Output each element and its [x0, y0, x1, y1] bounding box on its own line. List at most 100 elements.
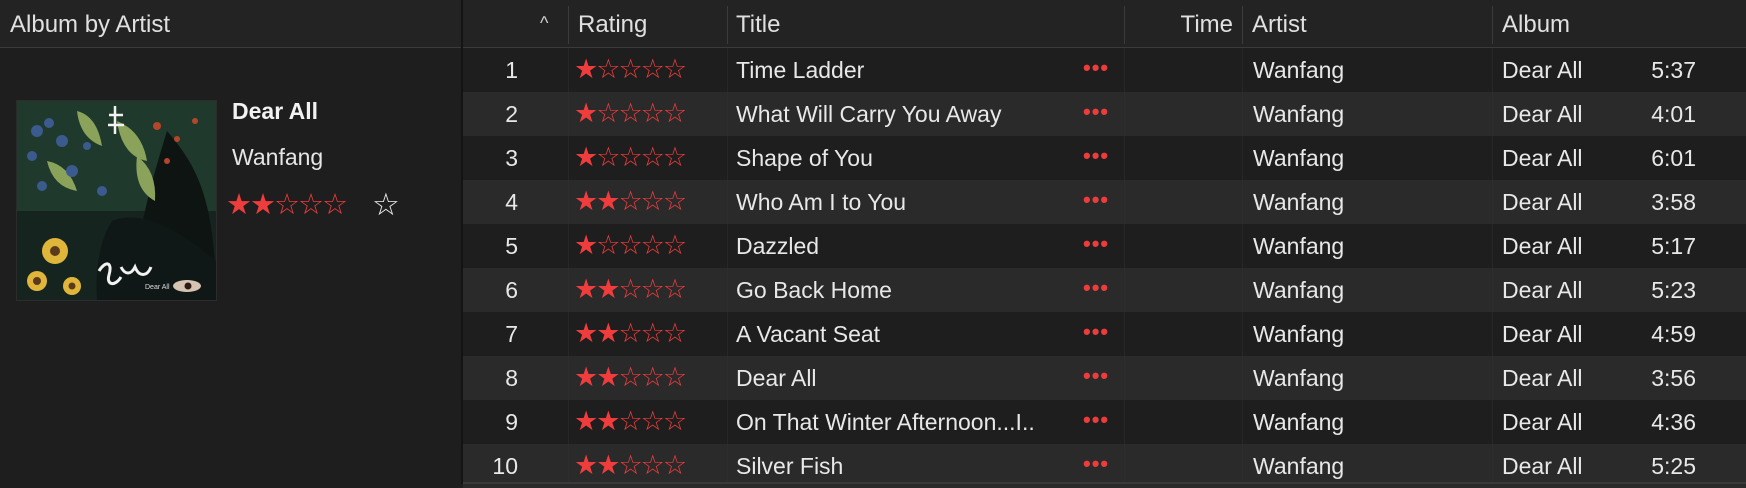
star-filled-icon[interactable]: ★	[574, 274, 598, 304]
column-divider[interactable]	[1124, 6, 1125, 44]
track-album[interactable]: Dear All	[1502, 180, 1732, 224]
track-album[interactable]: Dear All	[1502, 268, 1732, 312]
star-outline-icon[interactable]: ☆	[663, 318, 687, 348]
star-outline-icon[interactable]: ☆	[596, 230, 620, 260]
star-outline-icon[interactable]: ☆	[663, 362, 687, 392]
track-title[interactable]: Dear All	[736, 356, 1036, 400]
star-outline-icon[interactable]: ☆	[618, 230, 642, 260]
star-outline-icon[interactable]: ☆	[641, 406, 665, 436]
track-rating[interactable]: ★☆☆☆☆	[574, 48, 714, 92]
track-album[interactable]: Dear All	[1502, 400, 1732, 444]
star-outline-icon[interactable]: ☆	[618, 186, 642, 216]
track-artist[interactable]: Wanfang	[1253, 356, 1473, 400]
track-row[interactable]: 7 ★★☆☆☆ A Vacant Seat ••• 4:59 Wanfang Dear Al…	[463, 312, 1746, 356]
column-header-rating[interactable]: Rating	[578, 0, 647, 48]
track-artist[interactable]: Wanfang	[1253, 400, 1473, 444]
album-artwork[interactable]: Dear All	[16, 100, 217, 301]
track-album[interactable]: Dear All	[1502, 48, 1732, 92]
track-rating[interactable]: ★★☆☆☆	[574, 312, 714, 356]
star-outline-icon[interactable]: ☆	[641, 450, 665, 480]
star-outline-icon[interactable]: ☆	[663, 230, 687, 260]
column-header-artist[interactable]: Artist	[1252, 0, 1307, 48]
album-rating[interactable]: ★★☆☆☆	[226, 187, 348, 223]
star-outline-icon[interactable]: ☆	[641, 230, 665, 260]
chevron-up-icon[interactable]: ^	[540, 0, 548, 48]
star-outline-icon[interactable]: ☆	[618, 318, 642, 348]
star-outline-icon[interactable]: ☆	[618, 98, 642, 128]
track-row[interactable]: 4 ★★☆☆☆ Who Am I to You ••• 3:58 Wanfang Dear …	[463, 180, 1746, 224]
track-album[interactable]: Dear All	[1502, 136, 1732, 180]
star-filled-icon[interactable]: ★	[574, 142, 598, 172]
track-rating[interactable]: ★☆☆☆☆	[574, 224, 714, 268]
star-filled-icon[interactable]: ★	[574, 362, 598, 392]
track-title[interactable]: Time Ladder	[736, 48, 1036, 92]
star-filled-icon[interactable]: ★	[574, 318, 598, 348]
track-album[interactable]: Dear All	[1502, 312, 1732, 356]
star-outline-icon[interactable]: ☆	[641, 362, 665, 392]
column-divider[interactable]	[568, 6, 569, 44]
track-album[interactable]: Dear All	[1502, 92, 1732, 136]
track-row[interactable]: 3 ★☆☆☆☆ Shape of You ••• 6:01 Wanfang Dear All	[463, 136, 1746, 180]
star-outline-icon[interactable]: ☆	[663, 54, 687, 84]
star-filled-icon[interactable]: ★	[596, 450, 620, 480]
star-outline-icon[interactable]: ☆	[641, 54, 665, 84]
star-outline-icon[interactable]: ☆	[663, 142, 687, 172]
star-outline-icon[interactable]: ☆	[663, 274, 687, 304]
track-artist[interactable]: Wanfang	[1253, 268, 1473, 312]
star-filled-icon[interactable]: ★	[574, 54, 598, 84]
star-filled-icon[interactable]: ★	[596, 318, 620, 348]
track-row[interactable]: 2 ★☆☆☆☆ What Will Carry You Away ••• 4:01 Wan…	[463, 92, 1746, 136]
star-filled-icon[interactable]: ★	[226, 189, 252, 221]
star-outline-icon[interactable]: ☆	[618, 450, 642, 480]
track-title[interactable]: Dazzled	[736, 224, 1036, 268]
track-row[interactable]: 8 ★★☆☆☆ Dear All ••• 3:56 Wanfang Dear All	[463, 356, 1746, 400]
track-title[interactable]: Go Back Home	[736, 268, 1036, 312]
star-filled-icon[interactable]: ★	[596, 274, 620, 304]
star-filled-icon[interactable]: ★	[574, 450, 598, 480]
star-outline-icon[interactable]: ☆	[641, 318, 665, 348]
star-outline-icon[interactable]: ☆	[274, 189, 300, 221]
track-row[interactable]: 5 ★☆☆☆☆ Dazzled ••• 5:17 Wanfang Dear All	[463, 224, 1746, 268]
track-rating[interactable]: ★☆☆☆☆	[574, 136, 714, 180]
column-divider[interactable]	[1242, 6, 1243, 44]
column-header-time[interactable]: Time	[1130, 0, 1233, 48]
track-rating[interactable]: ★☆☆☆☆	[574, 92, 714, 136]
album-artist[interactable]: Wanfang	[232, 144, 323, 171]
star-outline-icon[interactable]: ☆	[618, 142, 642, 172]
track-title[interactable]: Who Am I to You	[736, 180, 1036, 224]
track-title[interactable]: On That Winter Afternoon...I...	[736, 400, 1036, 444]
track-row[interactable]: 1 ★☆☆☆☆ Time Ladder ••• 5:37 Wanfang Dear All	[463, 48, 1746, 92]
star-outline-icon[interactable]: ☆	[618, 362, 642, 392]
star-filled-icon[interactable]: ★	[250, 189, 276, 221]
track-rating[interactable]: ★★☆☆☆	[574, 356, 714, 400]
star-outline-icon[interactable]: ☆	[322, 189, 348, 221]
track-row[interactable]: 6 ★★☆☆☆ Go Back Home ••• 5:23 Wanfang Dear All	[463, 268, 1746, 312]
track-album[interactable]: Dear All	[1502, 356, 1732, 400]
track-title[interactable]: Shape of You	[736, 136, 1036, 180]
star-outline-icon[interactable]: ☆	[298, 189, 324, 221]
star-outline-icon[interactable]: ☆	[596, 54, 620, 84]
star-filled-icon[interactable]: ★	[596, 406, 620, 436]
track-artist[interactable]: Wanfang	[1253, 92, 1473, 136]
column-header-title[interactable]: Title	[736, 0, 780, 48]
star-filled-icon[interactable]: ★	[596, 186, 620, 216]
track-artist[interactable]: Wanfang	[1253, 180, 1473, 224]
track-title[interactable]: A Vacant Seat	[736, 312, 1036, 356]
track-row[interactable]: 9 ★★☆☆☆ On That Winter Afternoon...I... •••…	[463, 400, 1746, 444]
star-outline-icon[interactable]: ☆	[663, 186, 687, 216]
star-outline-icon[interactable]: ☆	[641, 142, 665, 172]
star-outline-icon[interactable]: ☆	[372, 187, 400, 223]
star-outline-icon[interactable]: ☆	[618, 54, 642, 84]
star-filled-icon[interactable]: ★	[574, 98, 598, 128]
album-title[interactable]: Dear All	[232, 98, 318, 125]
star-outline-icon[interactable]: ☆	[663, 406, 687, 436]
track-artist[interactable]: Wanfang	[1253, 48, 1473, 92]
column-header-album-by-artist[interactable]: Album by Artist	[10, 0, 170, 48]
star-filled-icon[interactable]: ★	[574, 230, 598, 260]
star-outline-icon[interactable]: ☆	[618, 406, 642, 436]
star-filled-icon[interactable]: ★	[574, 186, 598, 216]
star-outline-icon[interactable]: ☆	[641, 274, 665, 304]
column-divider[interactable]	[727, 6, 728, 44]
star-outline-icon[interactable]: ☆	[596, 98, 620, 128]
column-divider[interactable]	[1492, 6, 1493, 44]
